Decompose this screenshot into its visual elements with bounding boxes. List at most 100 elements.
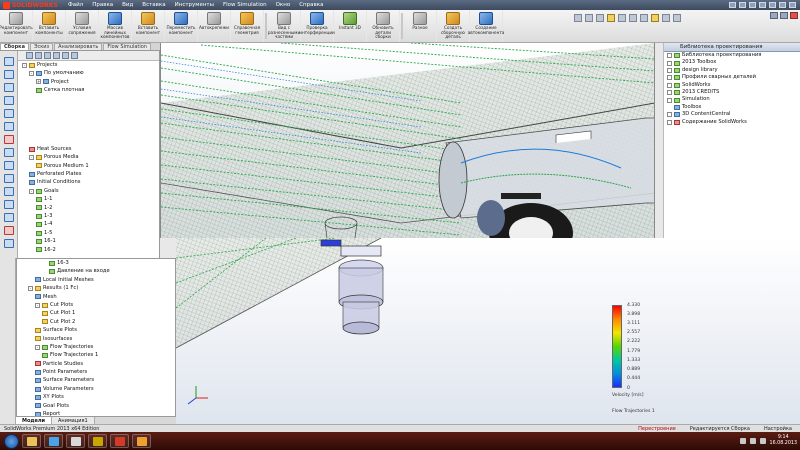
tree-node[interactable]: Local Initial Meshes	[17, 276, 175, 284]
tree-node[interactable]: Surface Parameters	[17, 376, 175, 384]
volume-icon[interactable]	[749, 438, 756, 444]
pattern-icon[interactable]	[3, 239, 14, 248]
save-icon[interactable]	[749, 2, 756, 8]
tree-node[interactable]: Goal Plots	[17, 402, 175, 410]
tree-node[interactable]: - Cut Plots	[17, 301, 175, 309]
command-button[interactable]: Instant 3D	[334, 10, 367, 42]
status-rebuild-warning[interactable]: Перестроение	[638, 426, 676, 432]
view-settings-icon[interactable]	[673, 14, 681, 22]
tree-node[interactable]: Porous Medium 1	[18, 162, 159, 170]
tree-node[interactable]: - Porous Media	[18, 153, 159, 161]
tree-node[interactable]: Flow Trajectories 1	[17, 351, 175, 359]
close-icon[interactable]	[790, 12, 798, 19]
solidworks-app[interactable]	[66, 434, 85, 448]
menu-item[interactable]: Вид	[122, 2, 133, 8]
dimension-icon[interactable]	[3, 174, 14, 183]
clock[interactable]: 9:14 16.08.2013	[770, 435, 797, 447]
tree-node[interactable]: - Flow Trajectories	[17, 343, 175, 351]
expand-icon[interactable]	[667, 67, 672, 73]
flow-analysis-tab-icon[interactable]	[71, 52, 78, 59]
arc-icon[interactable]	[3, 109, 14, 118]
velocity-legend[interactable]: 4.330 3.898 3.111 2.557 2.222 1.779 1.333 0.889…	[612, 303, 660, 415]
tree-node[interactable]: Сетка плотная	[18, 86, 159, 94]
app-logo[interactable]: SOLIDWORKS	[0, 0, 62, 10]
offset-icon[interactable]	[3, 148, 14, 157]
collapse-icon[interactable]: -	[35, 344, 40, 350]
zoom-fit-icon[interactable]	[574, 14, 582, 22]
display-manager-tab-icon[interactable]	[62, 52, 69, 59]
tree-node[interactable]: Volume Parameters	[17, 385, 175, 393]
command-button[interactable]: Массив линейных компонентов	[99, 10, 132, 42]
print-icon[interactable]	[759, 2, 766, 8]
menu-item[interactable]: Инструменты	[175, 2, 214, 8]
menu-item[interactable]: Справка	[299, 2, 323, 8]
explorer-app[interactable]	[22, 434, 41, 448]
tree-node[interactable]: 1-1	[18, 195, 159, 203]
library-item[interactable]: Профили сварных деталей	[664, 74, 800, 81]
tree-node[interactable]: 1-5	[18, 229, 159, 237]
circle-icon[interactable]	[3, 96, 14, 105]
delete-icon[interactable]	[3, 226, 14, 235]
configuration-manager-tab-icon[interactable]	[44, 52, 51, 59]
minimize-icon[interactable]	[770, 12, 778, 19]
command-button[interactable]: Условия сопряжения	[66, 10, 99, 42]
command-button[interactable]: Создать сборочную деталь	[437, 10, 470, 42]
centerline-icon[interactable]	[3, 213, 14, 222]
command-button[interactable]: Справочная геометрия	[231, 10, 264, 42]
expand-icon[interactable]: +	[36, 79, 41, 85]
command-tab[interactable]: Flow Simulation	[103, 43, 151, 50]
command-tab[interactable]: Анализировать	[54, 43, 103, 50]
tree-node[interactable]: Particle Studies	[17, 360, 175, 368]
library-item[interactable]: 2013 CREDITS	[664, 89, 800, 96]
relation-icon[interactable]	[3, 187, 14, 196]
expand-icon[interactable]	[667, 60, 672, 66]
second-graphics-area[interactable]	[176, 238, 654, 424]
menu-item[interactable]: Вставка	[142, 2, 165, 8]
expand-icon[interactable]	[667, 119, 672, 125]
library-item[interactable]: Toolbox	[664, 104, 800, 111]
tree-node[interactable]: 16-3	[17, 259, 175, 267]
solidworks-red-app[interactable]	[110, 434, 129, 448]
tree-node[interactable]: Initial Conditions	[18, 178, 159, 186]
library-item[interactable]: 3D ContentCentral	[664, 111, 800, 118]
rebuild-icon[interactable]	[779, 2, 786, 8]
rectangle-icon[interactable]	[3, 83, 14, 92]
appearance-icon[interactable]	[651, 14, 659, 22]
new-file-icon[interactable]	[729, 2, 736, 8]
feature-manager-tab-icon[interactable]	[26, 52, 33, 59]
spline-icon[interactable]	[3, 122, 14, 131]
expand-icon[interactable]	[667, 97, 672, 103]
tree-node[interactable]: 1-4	[18, 220, 159, 228]
tree-node[interactable]: Cut Plot 2	[17, 318, 175, 326]
undo-icon[interactable]	[769, 2, 776, 8]
library-item[interactable]: Библиотека проектирования	[664, 52, 800, 59]
collapse-icon[interactable]: -	[29, 188, 34, 194]
command-button[interactable]: Переместить компонент	[165, 10, 198, 42]
view-orientation-icon[interactable]	[618, 14, 626, 22]
tree-node[interactable]: Point Parameters	[17, 368, 175, 376]
command-button[interactable]: Вставить компонент	[132, 10, 165, 42]
mirror-icon[interactable]	[3, 161, 14, 170]
tree-node[interactable]: 1-2	[18, 204, 159, 212]
line-icon[interactable]	[3, 70, 14, 79]
expand-icon[interactable]	[667, 90, 672, 96]
command-button[interactable]: Создание автокомпонента	[468, 10, 504, 42]
network-icon[interactable]	[739, 438, 746, 444]
command-button[interactable]: Проверка интерференции	[299, 10, 335, 42]
restore-icon[interactable]	[780, 12, 788, 19]
tree-node[interactable]: Surface Plots	[17, 326, 175, 334]
folder-app[interactable]	[132, 434, 151, 448]
expand-icon[interactable]	[667, 82, 672, 88]
library-item[interactable]: Содержание SolidWorks	[664, 119, 800, 126]
start-button[interactable]	[4, 433, 19, 449]
expand-icon[interactable]	[667, 75, 672, 81]
collapse-icon[interactable]: -	[22, 62, 27, 68]
select-icon[interactable]	[3, 57, 14, 66]
command-button[interactable]: Вид с разнесенными частями	[268, 10, 301, 42]
collapse-icon[interactable]: -	[35, 302, 40, 308]
tree-node[interactable]: Isosurfaces	[17, 335, 175, 343]
language-icon[interactable]	[759, 438, 766, 444]
tree-node[interactable]: - Goals	[18, 187, 159, 195]
collapse-icon[interactable]: -	[29, 71, 34, 77]
command-button[interactable]: Редактировать компонент	[0, 10, 33, 42]
